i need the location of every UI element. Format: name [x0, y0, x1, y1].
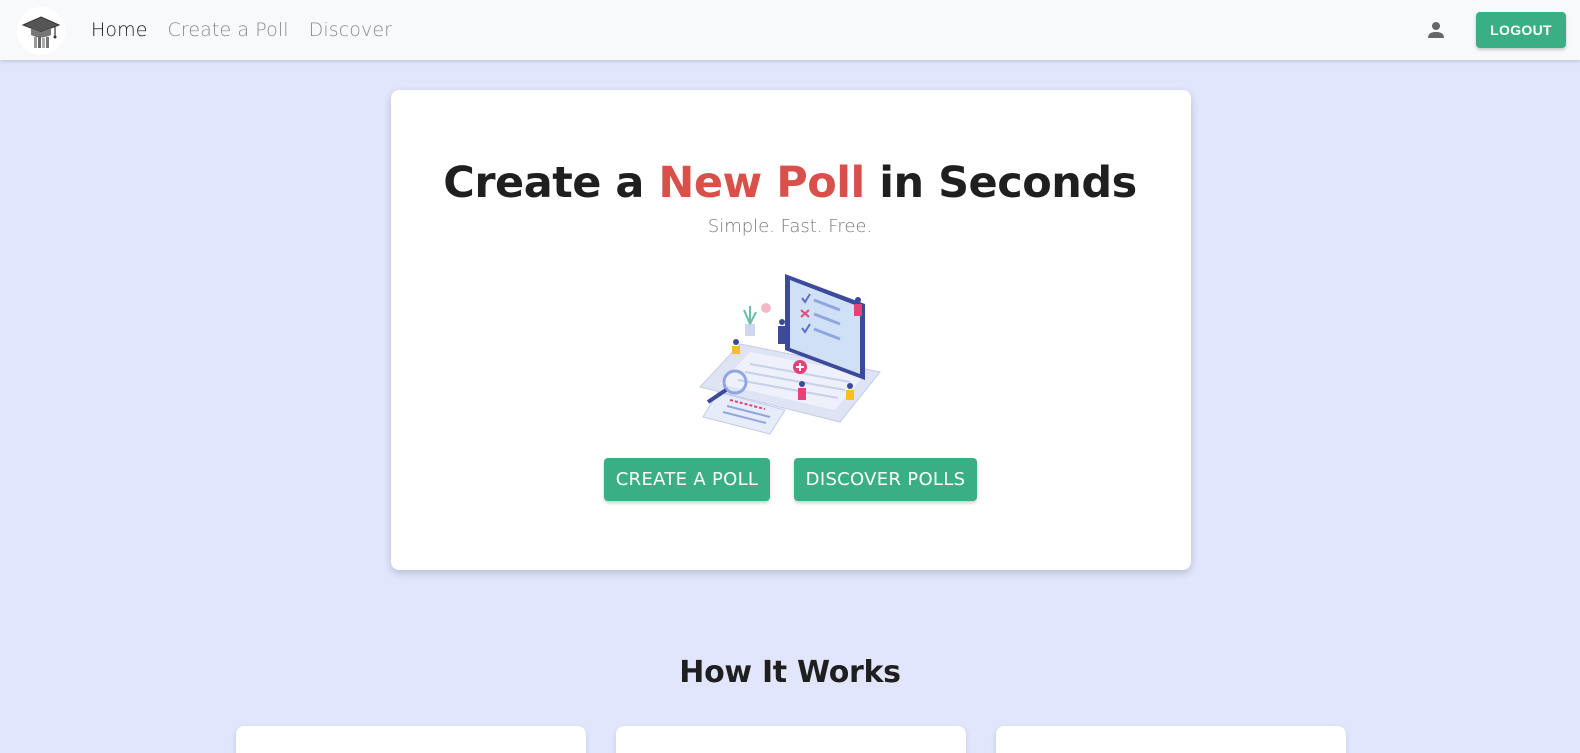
- hero-title: Create a New Poll in Seconds: [0, 156, 1580, 210]
- graduation-cap-logo-icon[interactable]: [17, 7, 65, 55]
- nav-links: Home Create a Poll Discover: [91, 0, 412, 60]
- laptop-poll-illustration: [690, 272, 890, 438]
- nav-link-discover[interactable]: Discover: [309, 19, 392, 41]
- hero-subtitle: Simple. Fast. Free.: [707, 216, 873, 237]
- user-icon[interactable]: [1424, 18, 1448, 42]
- hero-title-part1: Create a: [443, 158, 659, 208]
- logout-button[interactable]: LOGOUT: [1476, 12, 1566, 48]
- discover-polls-button[interactable]: DISCOVER POLLS: [794, 458, 977, 501]
- navbar: Home Create a Poll Discover LOGOUT: [0, 0, 1580, 60]
- nav-link-home[interactable]: Home: [91, 19, 148, 41]
- create-poll-button[interactable]: CREATE A POLL: [604, 458, 770, 501]
- hero-title-highlight: New Poll: [658, 158, 865, 208]
- how-it-works-title: How It Works: [679, 655, 901, 690]
- step-card-1: [236, 726, 586, 753]
- nav-link-create-poll[interactable]: Create a Poll: [168, 19, 289, 41]
- step-card-2: [616, 726, 966, 753]
- hero-title-part2: in Seconds: [864, 158, 1137, 208]
- step-card-3: [996, 726, 1346, 753]
